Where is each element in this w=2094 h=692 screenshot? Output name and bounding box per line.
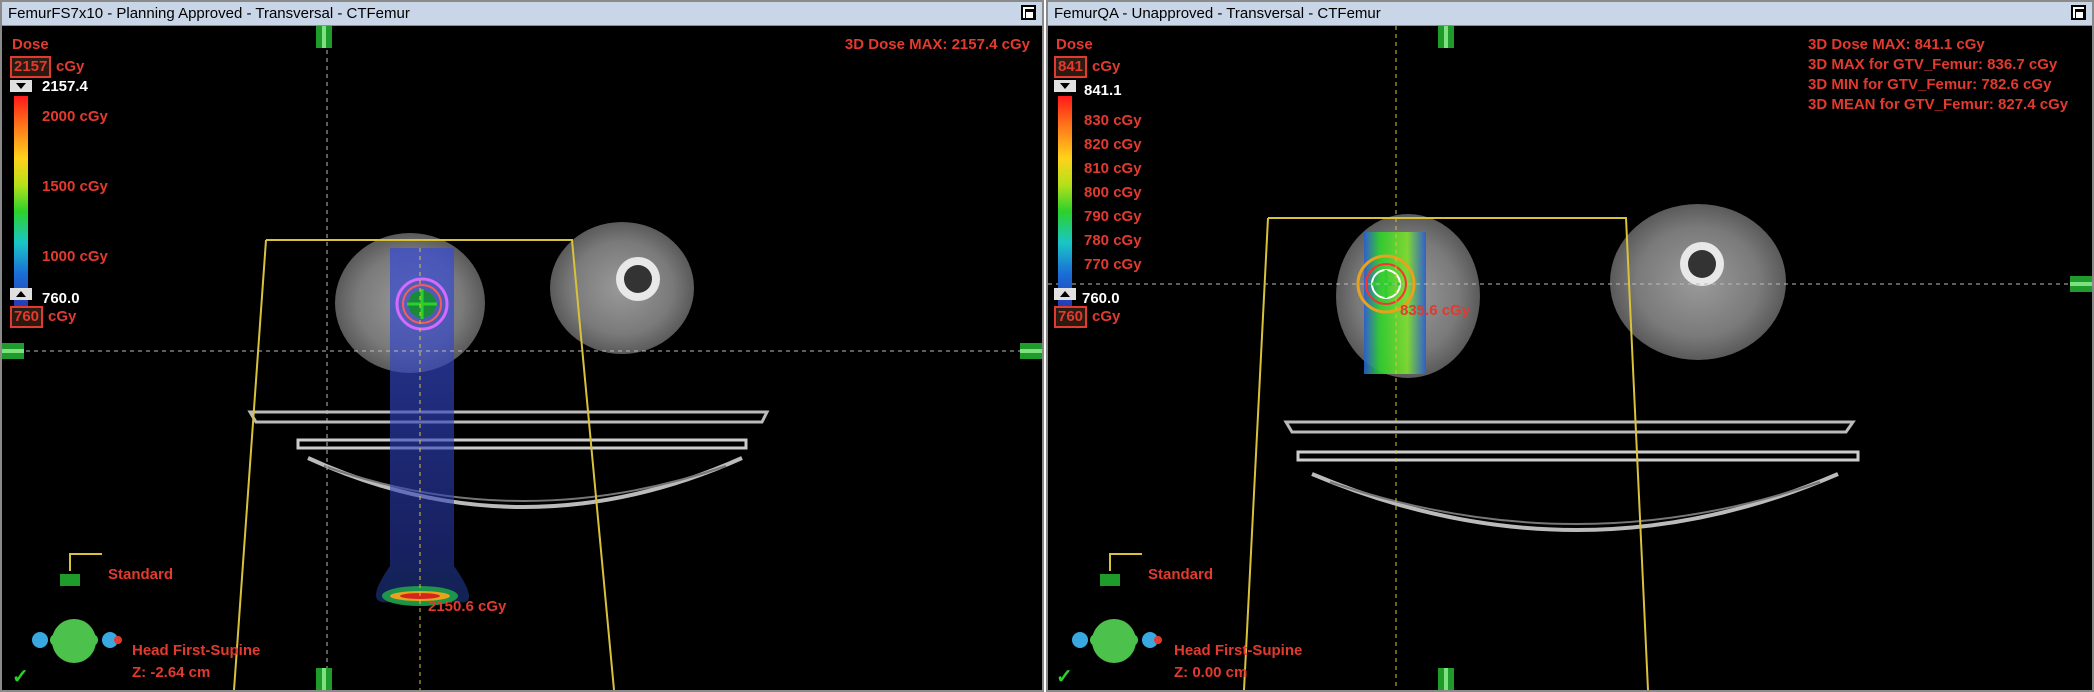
ct-image bbox=[1048, 26, 2092, 690]
scale-tick: 790 cGy bbox=[1084, 208, 1142, 225]
scale-tick: 2000 cGy bbox=[42, 108, 108, 125]
dose-lower-input[interactable]: 760 bbox=[1054, 306, 1088, 328]
viewer-panel-qa[interactable]: FemurQA - Unapproved - Transversal - CTF… bbox=[1046, 0, 2094, 692]
orientation-label: Standard bbox=[108, 566, 174, 583]
patient-position: Head First-Supine bbox=[132, 642, 261, 659]
scale-tick: 820 cGy bbox=[1084, 136, 1142, 153]
dose-upper-unit: cGy bbox=[1092, 58, 1121, 75]
ct-view-transversal[interactable]: Dose 841 cGy 841.1 830 cGy 820 cGy 810 c… bbox=[1048, 26, 2092, 690]
left-isocenter-marker[interactable] bbox=[2, 343, 24, 359]
scale-tick: 1000 cGy bbox=[42, 248, 108, 265]
gtv-max-info: 3D MAX for GTV_Femur: 836.7 cGy bbox=[1808, 56, 2058, 73]
scale-tick: 1500 cGy bbox=[42, 178, 108, 195]
gtv-mean-info: 3D MEAN for GTV_Femur: 827.4 cGy bbox=[1808, 96, 2069, 113]
z-position: Z: -2.64 cm bbox=[132, 664, 211, 681]
dose-lower-unit: cGy bbox=[1092, 308, 1121, 325]
maximize-button[interactable] bbox=[1021, 5, 1036, 20]
dose-upper-input[interactable]: 841 bbox=[1054, 56, 1088, 78]
orientation-label: Standard bbox=[1148, 566, 1214, 583]
right-isocenter-marker[interactable] bbox=[1020, 343, 1042, 359]
dose-lower-up-button[interactable] bbox=[10, 288, 32, 300]
dose-min-value: 760.0 bbox=[1082, 290, 1120, 307]
dose-max-info: 3D Dose MAX: 841.1 cGy bbox=[1808, 36, 1985, 53]
dose-lower-up-button[interactable] bbox=[1054, 288, 1076, 300]
scale-tick: 770 cGy bbox=[1084, 256, 1142, 273]
dose-upper-down-button[interactable] bbox=[10, 80, 32, 92]
point-dose-label: 2150.6 cGy bbox=[428, 598, 507, 615]
point-dose-label: 835.6 cGy bbox=[1400, 302, 1471, 319]
gtv-min-info: 3D MIN for GTV_Femur: 782.6 cGy bbox=[1808, 76, 2052, 93]
viewer-panel-planning[interactable]: FemurFS7x10 - Planning Approved - Transv… bbox=[0, 0, 1044, 692]
dose-upper-down-button[interactable] bbox=[1054, 80, 1076, 92]
maximize-button[interactable] bbox=[2071, 5, 2086, 20]
dose-label: Dose bbox=[12, 36, 49, 53]
scale-tick: 780 cGy bbox=[1084, 232, 1142, 249]
patient-position: Head First-Supine bbox=[1174, 642, 1303, 659]
check-icon: ✓ bbox=[12, 666, 29, 688]
top-isocenter-marker[interactable] bbox=[316, 26, 332, 48]
dose-lower-input[interactable]: 760 bbox=[10, 306, 44, 328]
bottom-isocenter-marker[interactable] bbox=[1438, 668, 1454, 690]
ct-view-transversal[interactable]: Dose 2157 cGy 2157.4 2000 cGy 1500 cGy 1… bbox=[2, 26, 1042, 690]
dose-color-scale[interactable] bbox=[14, 96, 28, 318]
panel-title: FemurFS7x10 - Planning Approved - Transv… bbox=[2, 2, 1042, 26]
ct-image bbox=[2, 26, 1042, 690]
scale-tick: 800 cGy bbox=[1084, 184, 1142, 201]
dose-max-value: 841.1 bbox=[1084, 82, 1122, 99]
dose-lower-unit: cGy bbox=[48, 308, 77, 325]
dose-min-value: 760.0 bbox=[42, 290, 80, 307]
scale-tick: 810 cGy bbox=[1084, 160, 1142, 177]
z-position: Z: 0.00 cm bbox=[1174, 664, 1248, 681]
dose-max-info: 3D Dose MAX: 2157.4 cGy bbox=[844, 36, 1030, 53]
dose-upper-unit: cGy bbox=[56, 58, 85, 75]
dose-upper-input[interactable]: 2157 bbox=[10, 56, 52, 78]
top-isocenter-marker[interactable] bbox=[1438, 26, 1454, 48]
bottom-isocenter-marker[interactable] bbox=[316, 668, 332, 690]
dose-label: Dose bbox=[1056, 36, 1093, 53]
dose-max-value: 2157.4 bbox=[42, 78, 88, 95]
scale-tick: 830 cGy bbox=[1084, 112, 1142, 129]
panel-title: FemurQA - Unapproved - Transversal - CTF… bbox=[1048, 2, 2092, 26]
right-isocenter-marker[interactable] bbox=[2070, 276, 2092, 292]
check-icon: ✓ bbox=[1056, 666, 1073, 688]
dose-color-scale[interactable] bbox=[1058, 96, 1072, 318]
